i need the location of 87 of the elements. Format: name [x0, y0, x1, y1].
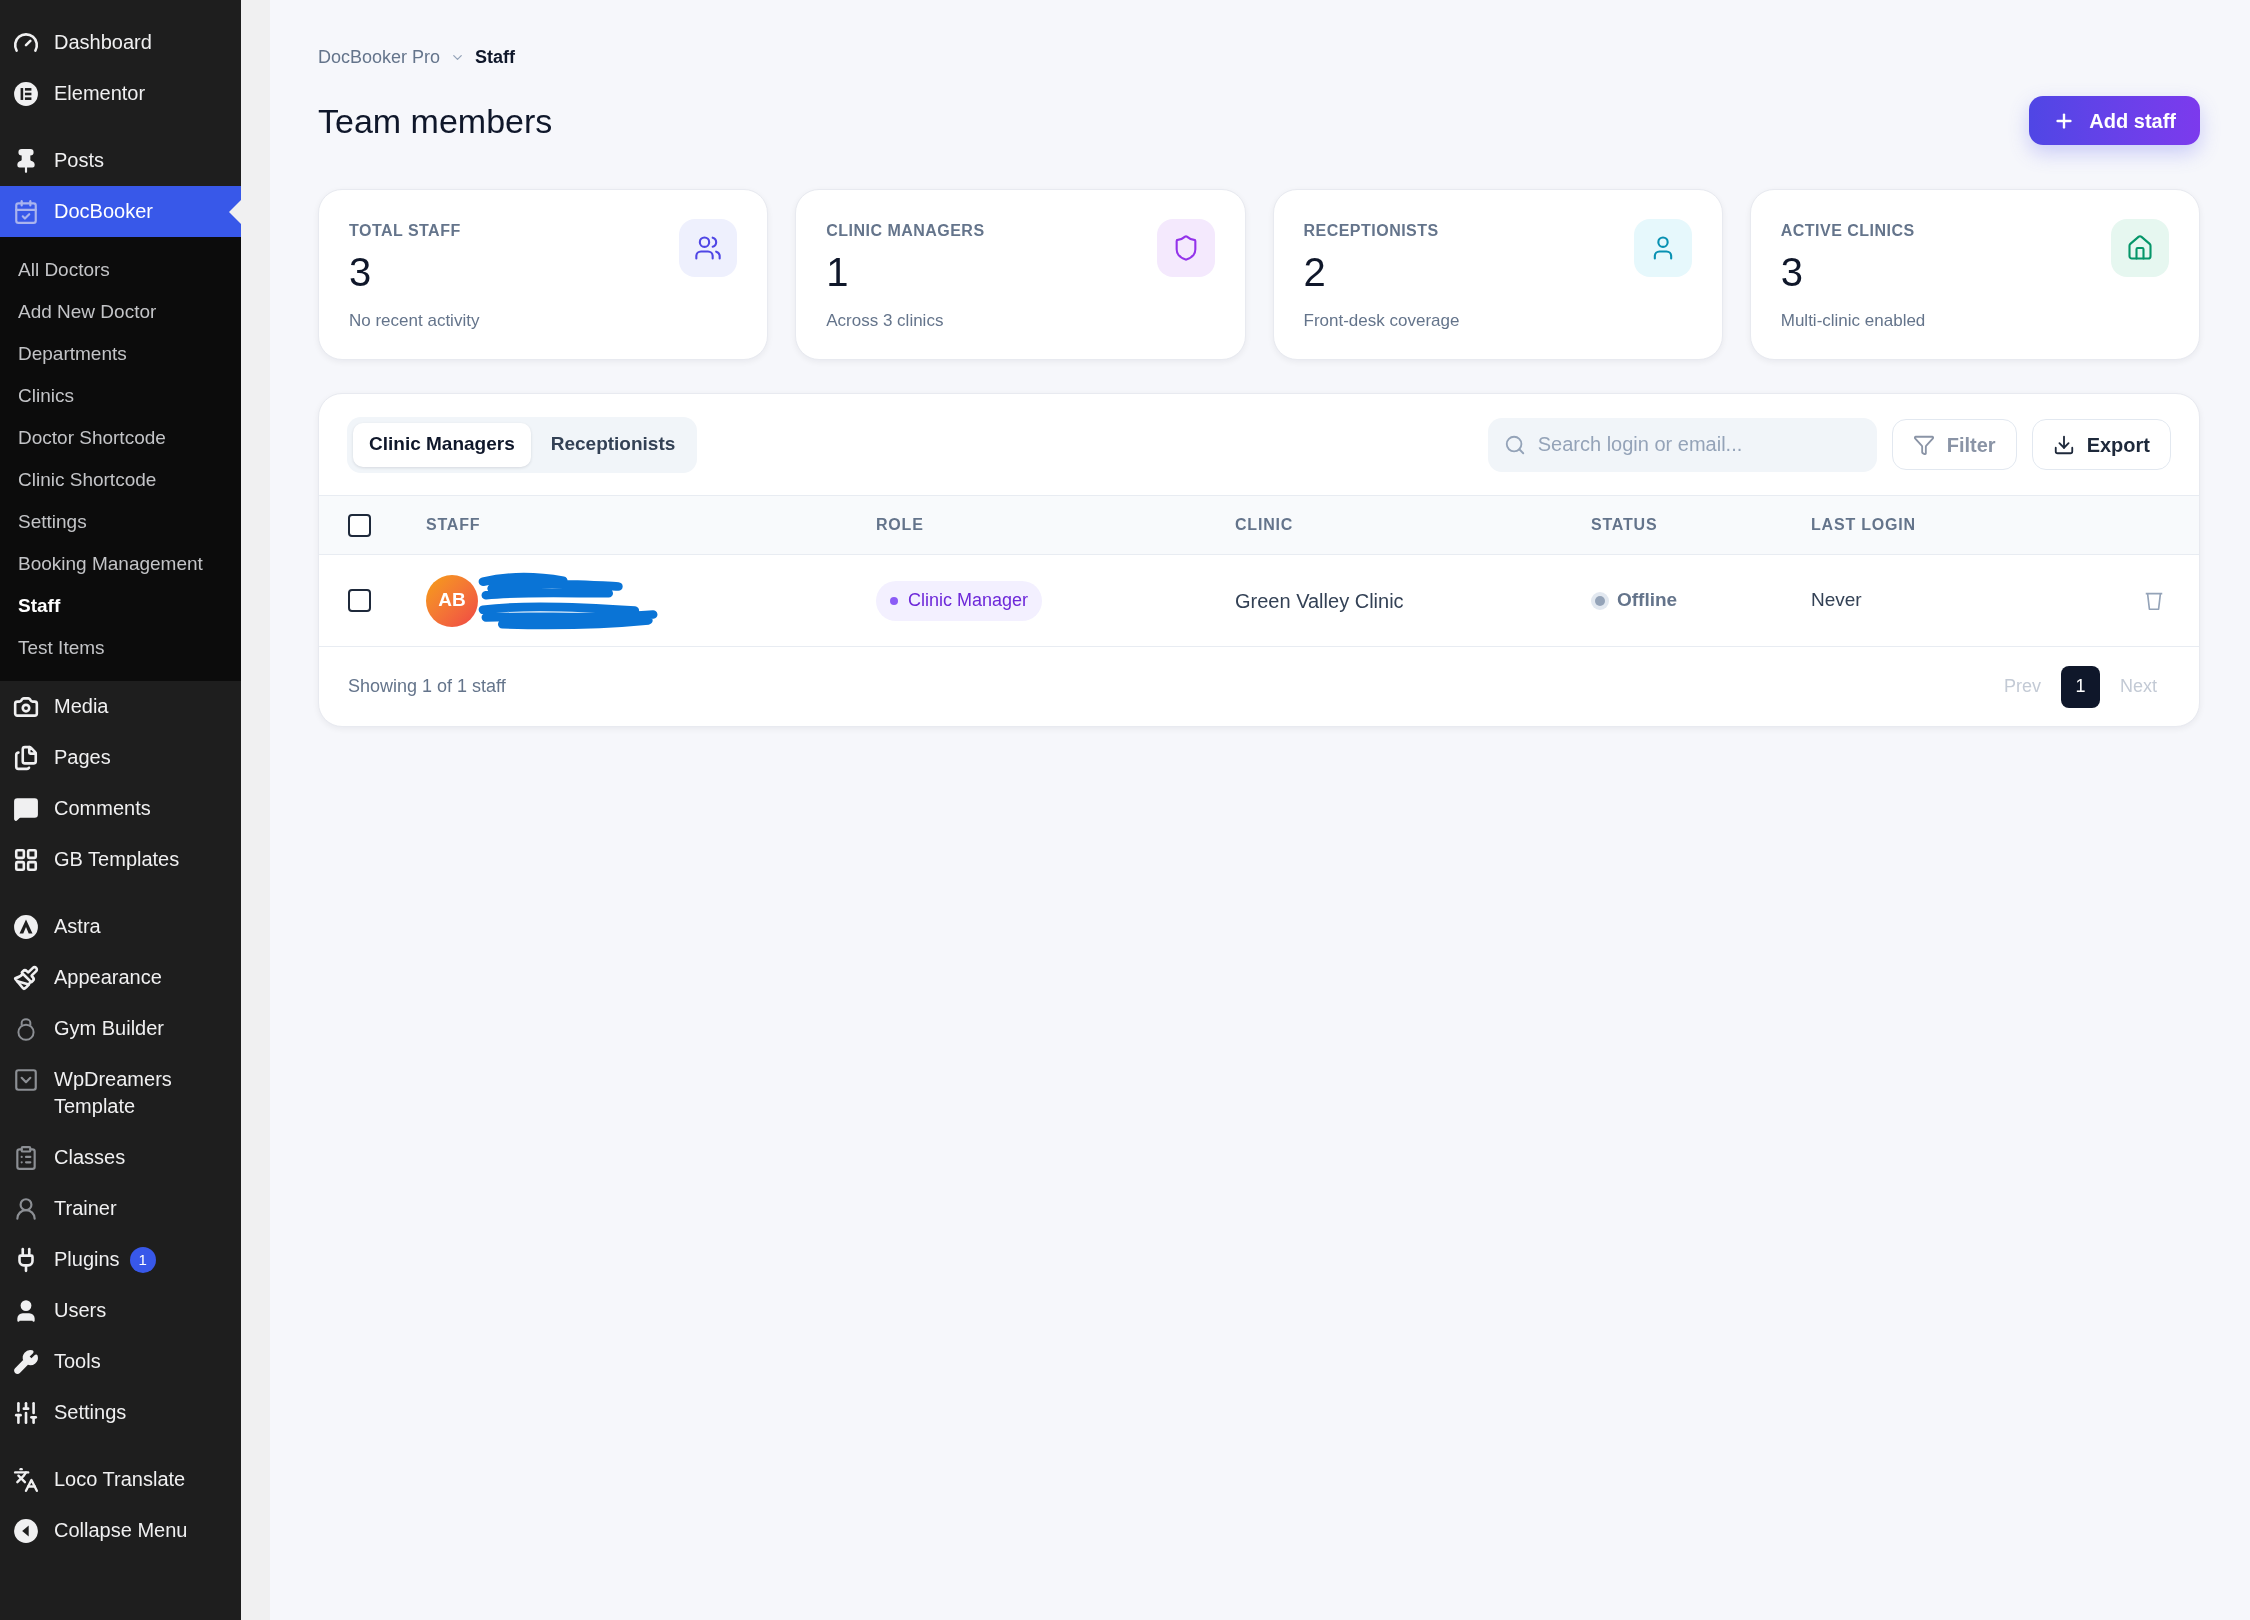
count-badge: 1 — [129, 1247, 156, 1273]
house-icon — [2111, 219, 2169, 277]
wrench-icon — [13, 1348, 39, 1375]
layout-blocks-icon — [13, 846, 39, 873]
chevron-square-icon — [13, 1066, 39, 1093]
last-login-cell: Never — [1811, 589, 1862, 611]
a-circle-icon — [13, 913, 39, 940]
avatar: AB — [426, 574, 478, 627]
column-header: STATUS — [1591, 516, 1658, 533]
stat-value: 3 — [349, 250, 373, 294]
submenu-item[interactable]: Add New Doctor — [0, 291, 241, 333]
tab[interactable]: Receptionists — [534, 422, 692, 467]
pages-icon — [13, 744, 39, 771]
results-count: Showing 1 of 1 staff — [348, 675, 506, 698]
sidebar-item[interactable]: Gym Builder — [0, 1003, 241, 1054]
sidebar-item[interactable]: Collapse Menu — [0, 1505, 241, 1556]
stat-label: CLINIC MANAGERS — [826, 222, 985, 240]
stat-note: Multi-clinic enabled — [1780, 310, 1926, 332]
add-staff-button[interactable]: Add staff — [2029, 96, 2200, 145]
search-icon — [1503, 433, 1526, 456]
stat-note: Across 3 clinics — [826, 310, 945, 332]
speech-bubble-icon — [13, 795, 39, 822]
clinic-cell: Green Valley Clinic — [1235, 589, 1404, 612]
sidebar-item[interactable]: Astra — [0, 901, 241, 952]
submenu-item[interactable]: Test Items — [0, 627, 241, 669]
column-header: CLINIC — [1235, 516, 1294, 533]
stat-value: 2 — [1303, 250, 1327, 294]
sidebar-item[interactable]: Trainer — [0, 1183, 241, 1234]
download-icon — [2052, 433, 2075, 456]
status-text: Offline — [1617, 588, 1678, 613]
sidebar-item[interactable]: GB Templates — [0, 834, 241, 885]
column-header: LAST LOGIN — [1811, 516, 1916, 533]
submenu-item[interactable]: Clinic Shortcode — [0, 459, 241, 501]
sidebar-item[interactable]: Posts — [0, 135, 241, 186]
submenu-item[interactable]: Staff — [0, 585, 241, 627]
sidebar-item[interactable]: Tools — [0, 1336, 241, 1387]
submenu-item[interactable]: Booking Management — [0, 543, 241, 585]
people-icon — [679, 219, 738, 277]
stat-label: ACTIVE CLINICS — [1780, 222, 1916, 240]
sidebar-item[interactable]: Users — [0, 1285, 241, 1336]
sidebar-item[interactable]: WpDreamers Template — [0, 1054, 241, 1132]
sidebar-item[interactable]: Elementor — [0, 68, 241, 119]
pointer-notch-icon — [229, 200, 241, 224]
collapse-icon — [13, 1517, 39, 1544]
stat-value: 1 — [826, 250, 850, 294]
person-icon — [13, 1195, 39, 1222]
tab[interactable]: Clinic Managers — [353, 422, 531, 467]
submenu-item[interactable]: Settings — [0, 501, 241, 543]
paintbrush-icon — [13, 964, 39, 991]
translate-icon — [13, 1466, 39, 1493]
circle-bars-icon — [13, 80, 39, 107]
checkbox[interactable] — [348, 589, 371, 612]
sidebar-item[interactable]: Dashboard — [0, 17, 241, 68]
calendar-icon — [13, 198, 39, 225]
submenu-item[interactable]: Departments — [0, 333, 241, 375]
search-field[interactable]: Search login or email... — [1487, 417, 1877, 472]
page-title: Team members — [318, 103, 553, 138]
sidebar-item[interactable]: Pages — [0, 732, 241, 783]
stat-value: 3 — [1780, 250, 1804, 294]
sidebar-item[interactable]: Classes — [0, 1132, 241, 1183]
stat-note: Front-desk coverage — [1303, 310, 1460, 332]
sidebar-item[interactable]: Plugins 1 — [0, 1234, 241, 1285]
column-header: STAFF — [426, 516, 481, 533]
stat-label: TOTAL STAFF — [349, 222, 462, 240]
checkbox[interactable] — [348, 513, 371, 537]
shield-icon — [1156, 219, 1215, 277]
breadcrumb-link[interactable]: DocBooker Pro — [318, 43, 441, 71]
sidebar-item[interactable]: Comments — [0, 783, 241, 834]
sidebar-item[interactable]: DocBooker — [0, 186, 241, 237]
stat-note: No recent activity — [349, 310, 480, 332]
column-header: ROLE — [876, 516, 924, 533]
page-button[interactable]: 1 — [2061, 665, 2100, 708]
sidebar-item[interactable]: Loco Translate — [0, 1454, 241, 1505]
submenu-item[interactable]: All Doctors — [0, 249, 241, 291]
submenu-item[interactable]: Clinics — [0, 375, 241, 417]
breadcrumb-current: Staff — [475, 45, 516, 69]
submenu-item[interactable]: Doctor Shortcode — [0, 417, 241, 459]
stat-label: RECEPTIONISTS — [1303, 222, 1440, 240]
sidebar-item[interactable]: Settings — [0, 1387, 241, 1438]
export-button[interactable]: Export — [2031, 419, 2171, 470]
filter-icon — [1912, 433, 1935, 456]
sidebar-item[interactable]: Media — [0, 681, 241, 732]
clipboard-icon — [13, 1144, 39, 1171]
sidebar-item[interactable]: Appearance — [0, 952, 241, 1003]
role-badge: Clinic Manager — [876, 580, 1043, 621]
person-icon — [1633, 219, 1692, 277]
sliders-icon — [13, 1399, 39, 1426]
